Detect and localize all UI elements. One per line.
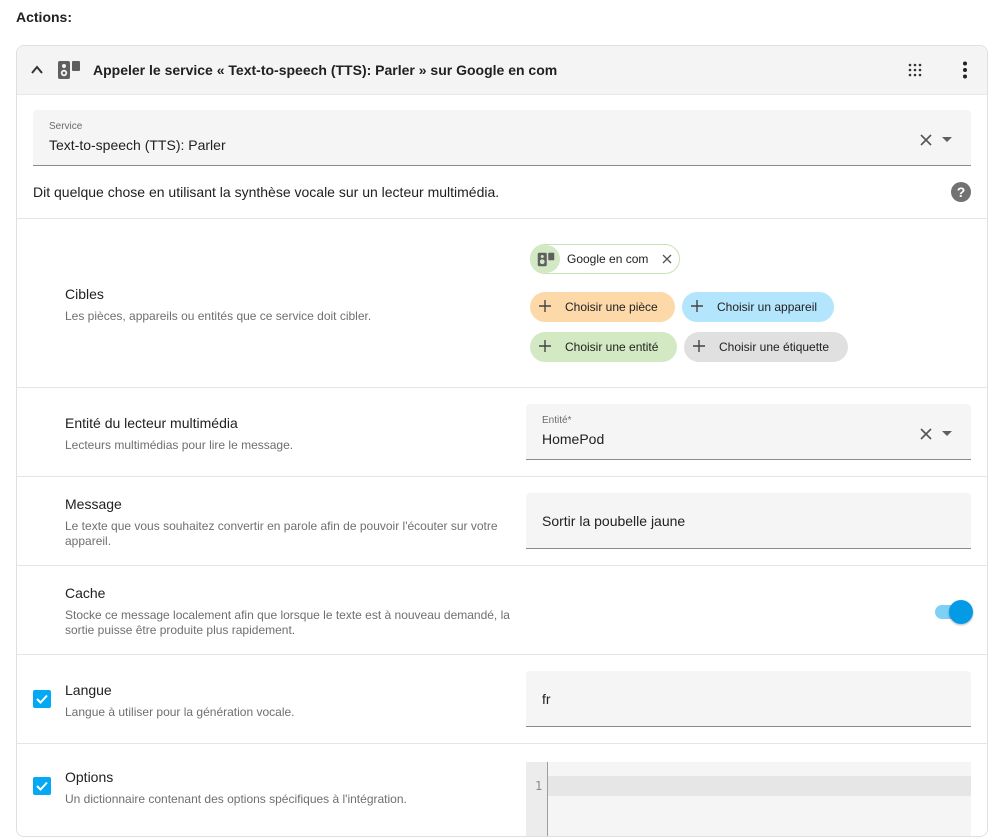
choose-label-button[interactable]: Choisir une étiquette xyxy=(684,332,848,362)
options-code-editor[interactable]: 1 xyxy=(526,762,971,836)
chevron-down-icon[interactable] xyxy=(942,431,952,436)
service-field-value: Text-to-speech (TTS): Parler xyxy=(49,137,226,153)
divider xyxy=(17,476,987,477)
choose-area-button[interactable]: Choisir une pièce xyxy=(530,292,675,322)
language-input[interactable]: fr xyxy=(526,671,971,727)
cache-description: Stocke ce message localement afin que lo… xyxy=(65,608,510,637)
media-player-title: Entité du lecteur multimédia xyxy=(65,415,238,431)
chevron-down-icon[interactable] xyxy=(942,137,952,142)
divider xyxy=(17,218,987,219)
action-title: Appeler le service « Text-to-speech (TTS… xyxy=(93,62,558,78)
targets-description: Les pièces, appareils ou entités que ce … xyxy=(65,309,372,323)
plus-icon xyxy=(539,300,551,312)
choose-entity-label: Choisir une entité xyxy=(565,340,659,354)
choose-device-button[interactable]: Choisir un appareil xyxy=(682,292,834,322)
service-select[interactable]: Service Text-to-speech (TTS): Parler xyxy=(33,110,971,166)
remove-chip-icon[interactable] xyxy=(662,254,672,264)
choose-area-label: Choisir une pièce xyxy=(565,300,658,314)
options-checkbox[interactable] xyxy=(33,777,51,795)
plus-icon xyxy=(693,340,705,352)
divider xyxy=(17,565,987,566)
code-gutter: 1 xyxy=(526,762,548,836)
speaker-icon xyxy=(537,252,555,267)
divider xyxy=(17,743,987,744)
check-icon xyxy=(36,694,48,704)
clear-icon[interactable] xyxy=(919,427,933,441)
targets-title: Cibles xyxy=(65,286,104,302)
language-checkbox[interactable] xyxy=(33,690,51,708)
target-chip-google-en-com[interactable]: Google en com xyxy=(530,244,680,274)
check-icon xyxy=(36,781,48,791)
action-card-header[interactable]: Appeler le service « Text-to-speech (TTS… xyxy=(17,46,987,95)
line-number: 1 xyxy=(535,779,543,793)
plus-icon xyxy=(539,340,551,352)
choose-label-label: Choisir une étiquette xyxy=(719,340,830,354)
media-player-description: Lecteurs multimédias pour lire le messag… xyxy=(65,438,294,452)
code-active-line[interactable] xyxy=(548,776,971,796)
message-value: Sortir la poubelle jaune xyxy=(542,513,686,529)
service-field-label: Service xyxy=(49,121,83,132)
divider xyxy=(17,387,987,388)
help-icon[interactable]: ? xyxy=(951,182,971,202)
divider xyxy=(17,654,987,655)
chip-label: Google en com xyxy=(567,252,649,266)
service-description: Dit quelque chose en utilisant la synthè… xyxy=(33,184,500,200)
language-description: Langue à utiliser pour la génération voc… xyxy=(65,705,295,719)
drag-handle-icon[interactable] xyxy=(907,62,923,78)
clear-icon[interactable] xyxy=(919,133,933,147)
cache-toggle-knob[interactable] xyxy=(949,600,973,624)
entity-select[interactable]: Entité* HomePod xyxy=(526,404,971,460)
language-value: fr xyxy=(542,691,551,707)
cache-title: Cache xyxy=(65,585,106,601)
language-title: Langue xyxy=(65,682,112,698)
actions-label: Actions: xyxy=(16,9,72,25)
message-description: Le texte que vous souhaitez convertir en… xyxy=(65,519,498,548)
entity-field-label: Entité* xyxy=(542,415,572,426)
options-description: Un dictionnaire contenant des options sp… xyxy=(65,792,407,806)
speaker-icon xyxy=(58,61,80,79)
plus-icon xyxy=(691,300,703,312)
entity-field-value: HomePod xyxy=(542,431,605,447)
message-input[interactable]: Sortir la poubelle jaune xyxy=(526,493,971,549)
chevron-up-icon[interactable] xyxy=(30,63,44,77)
more-options-icon[interactable] xyxy=(955,60,975,80)
options-title: Options xyxy=(65,769,114,785)
choose-device-label: Choisir un appareil xyxy=(717,300,818,314)
choose-entity-button[interactable]: Choisir une entité xyxy=(530,332,677,362)
action-card: Appeler le service « Text-to-speech (TTS… xyxy=(16,45,988,837)
message-title: Message xyxy=(65,496,122,512)
